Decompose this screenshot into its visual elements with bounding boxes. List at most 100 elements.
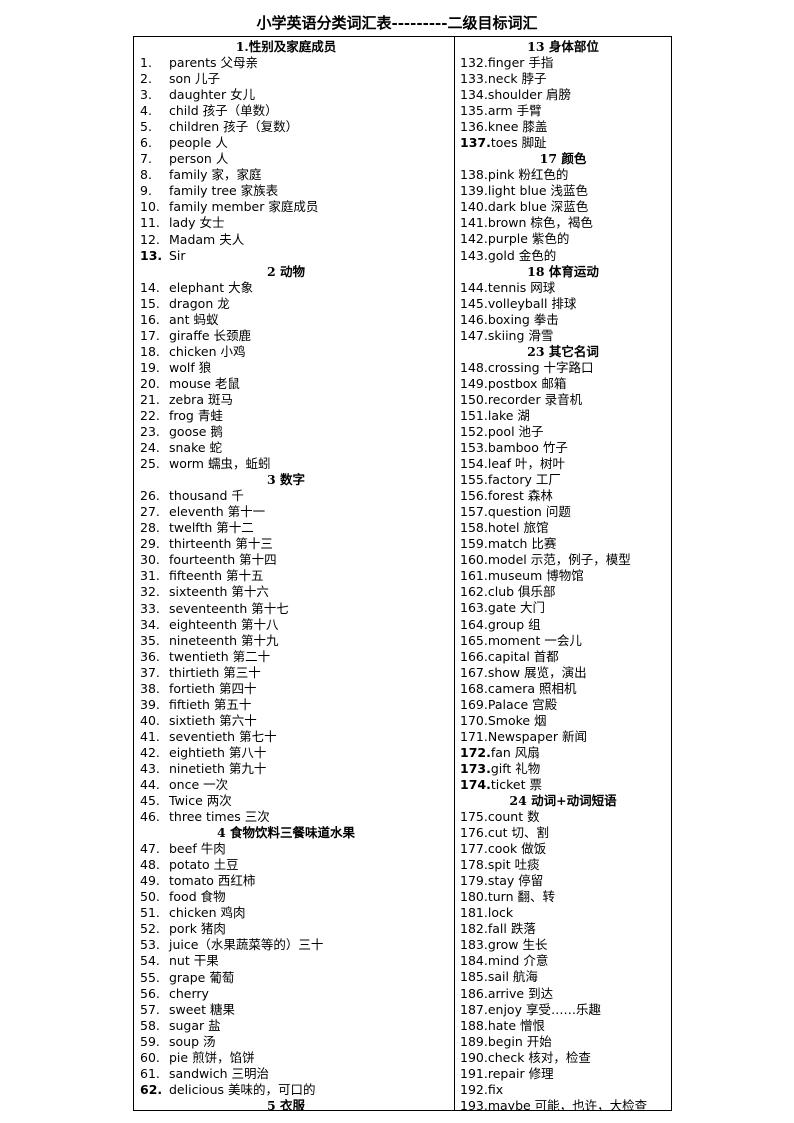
vocabulary-entry: 23. goose 鹅 [136,424,454,440]
section-heading: 23 其它名词 [527,343,599,359]
entry-text: pink 粉红色的 [487,167,569,183]
entry-text: fiftieth 第五十 [169,696,252,712]
entry-number: 181. [460,905,488,921]
entry-number: 16. [140,311,160,327]
entry-number: 178. [460,857,488,873]
entry-number: 1. [140,55,152,70]
vocabulary-entry: 4. child 孩子（单数） [136,103,454,119]
entry-number: 164. [460,616,488,632]
vocabulary-entry: 48. potato 土豆 [136,857,454,873]
vocabulary-entry: 181.lock [460,905,670,921]
entry-text: sail 航海 [487,969,538,985]
vocabulary-entry: 134.shoulder 肩膀 [460,87,670,103]
entry-number: 51. [140,905,160,921]
entry-number: 184. [460,953,488,969]
vocabulary-entry: 151.lake 湖 [460,408,670,424]
vocabulary-entry: 57. sweet 糖果 [136,1002,454,1018]
entry-text: eightieth 第八十 [169,744,267,760]
entry-text: moment 一会儿 [487,632,582,648]
vocabulary-entry: 31. fifteenth 第十五 [136,568,454,584]
entry-number: 169. [460,696,488,712]
entry-text: seventeenth 第十七 [169,600,289,616]
entry-text: grow 生长 [487,937,548,953]
vocabulary-entry: 2. son 儿子 [136,71,454,87]
entry-text: fall 跌落 [487,921,536,937]
entry-text: boxing 拳击 [487,311,559,327]
vocabulary-entry: 145.volleyball 排球 [460,296,670,312]
vocabulary-entry: 192.fix [460,1082,670,1098]
entry-text: frog 青蛙 [169,407,223,423]
entry-text: ninetieth 第九十 [169,760,267,776]
entry-text: son 儿子 [169,71,221,87]
entry-text: eighteenth 第十八 [169,616,279,632]
entry-text: fix [487,1081,504,1097]
vocabulary-entry: 158.hotel 旅馆 [460,520,670,536]
vocabulary-entry: 140.dark blue 深蓝色 [460,199,670,215]
entry-text: sixtieth 第六十 [169,712,257,728]
entry-text: worm 蠕虫，蚯蚓 [169,456,271,472]
entry-number: 149. [460,375,488,391]
vocabulary-entry: 44. once 一次 [136,777,454,793]
entry-text: family 家，家庭 [169,167,262,183]
entry-text: zebra 斑马 [169,391,233,407]
entry-number: 50. [140,889,160,905]
entry-text: thirteenth 第十三 [169,536,273,552]
entry-text: people 人 [169,135,228,151]
vocabulary-entry: 14. elephant 大象 [136,280,454,296]
entry-number: 151. [460,407,488,423]
entry-text: once 一次 [169,777,229,793]
entry-text: lock [487,905,514,921]
entry-number: 21. [140,391,160,407]
entry-text: juice（水果蔬菜等的）三十 [169,937,324,953]
entry-text: sixteenth 第十六 [169,584,269,600]
vocabulary-entry: 7. person 人 [136,151,454,167]
entry-text: chicken 鸡肉 [169,905,246,921]
entry-text: sandwich 三明治 [169,1065,269,1081]
section-heading: 18 体育运动 [527,263,599,279]
entry-number: 15. [140,295,160,311]
entry-number: 14. [140,279,160,295]
vocabulary-entry: 41. seventieth 第七十 [136,729,454,745]
entry-number: 143. [460,247,488,263]
vocabulary-entry: 59. soup 汤 [136,1034,454,1050]
entry-text: show 展览，演出 [487,664,587,680]
vocabulary-entry: 36. twentieth 第二十 [136,649,454,665]
entry-number: 173. [460,760,491,776]
section-heading: 13 身体部位 [527,39,599,54]
entry-text: bamboo 竹子 [487,439,568,455]
section-heading: 24 动词+动词短语 [509,793,617,809]
entry-number: 192. [460,1081,488,1097]
entry-text: sweet 糖果 [169,1001,235,1017]
vocabulary-list: 148.crossing 十字路口 149.postbox 邮箱 150.recor… [460,360,670,793]
entry-number: 10. [140,199,160,215]
entry-text: fortieth 第四十 [169,680,257,696]
vocabulary-entry: 8. family 家，家庭 [136,167,454,183]
vocabulary-entry: 38. fortieth 第四十 [136,681,454,697]
entry-text: snake 蛇 [169,440,223,456]
entry-number: 40. [140,712,160,728]
vocabulary-entry: 17. giraffe 长颈鹿 [136,328,454,344]
vocabulary-entry: 24. snake 蛇 [136,440,454,456]
entry-text: count 数 [487,809,540,825]
entry-text: three times 三次 [169,809,270,825]
entry-text: question 问题 [487,504,571,520]
entry-number: 139. [460,183,488,199]
entry-number: 55. [140,969,160,985]
entry-text: cut 切、割 [487,825,550,841]
entry-text: fan 风扇 [490,744,540,760]
entry-number: 33. [140,600,160,616]
entry-text: person 人 [169,151,229,167]
vocabulary-entry: 40. sixtieth 第六十 [136,713,454,729]
section-heading: 1.性别及家庭成员 [235,39,337,54]
vocabulary-column-right: 13 身体部位 132.finger 手指 133.neck 脖子 134.shoul… [455,37,670,1110]
vocabulary-entry: 11. lady 女士 [136,215,454,231]
vocabulary-entry: 56. cherry [136,986,454,1002]
entry-text: beef 牛肉 [169,841,226,857]
vocabulary-entry: 190.check 核对，检查 [460,1050,670,1066]
vocabulary-entry: 162.club 俱乐部 [460,584,670,600]
vocabulary-entry: 30. fourteenth 第十四 [136,552,454,568]
entry-number: 54. [140,953,160,969]
vocabulary-entry: 146.boxing 拳击 [460,312,670,328]
entry-number: 135. [460,103,488,119]
entry-text: brown 棕色，褐色 [487,215,593,231]
